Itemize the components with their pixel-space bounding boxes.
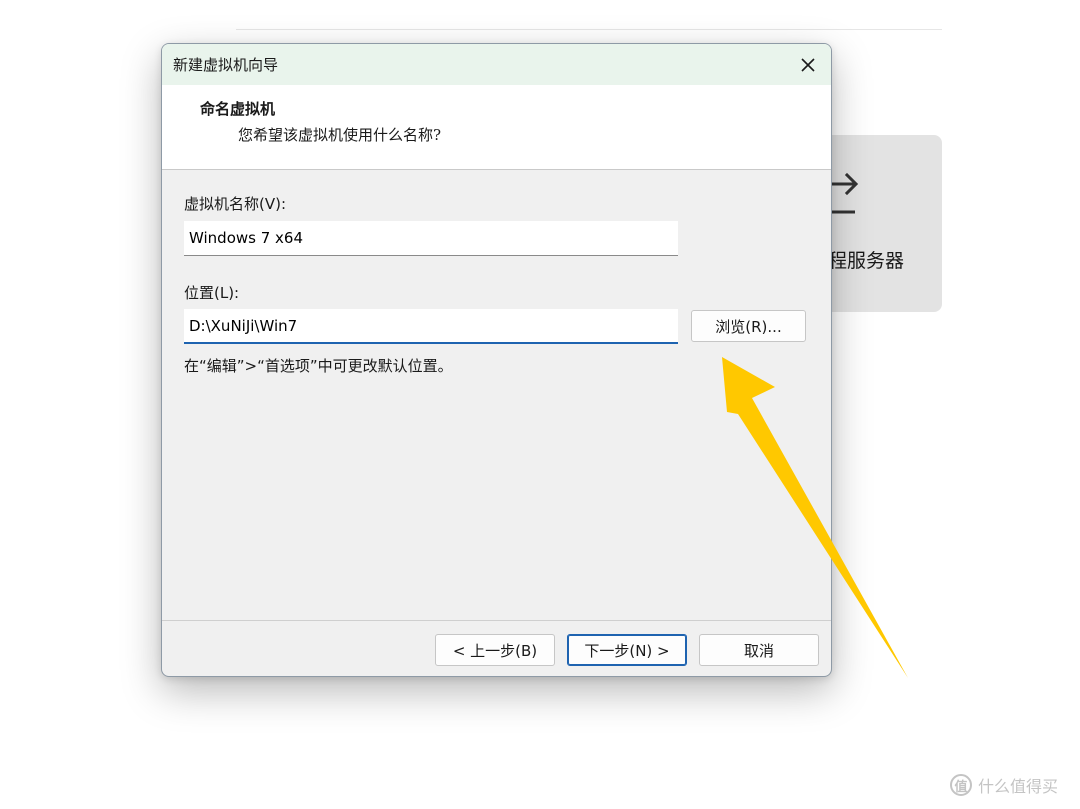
close-button[interactable] <box>785 44 831 85</box>
vm-name-label: 虚拟机名称(V): <box>184 195 287 213</box>
watermark-logo-icon: 值 <box>950 774 972 796</box>
location-label: 位置(L): <box>184 284 240 302</box>
browse-button[interactable]: 浏览(R)... <box>691 310 806 342</box>
back-button[interactable]: < 上一步(B) <box>435 634 555 666</box>
cancel-button[interactable]: 取消 <box>699 634 819 666</box>
new-vm-wizard-dialog: 新建虚拟机向导 命名虚拟机 您希望该虚拟机使用什么名称? 虚拟机名称(V): 位… <box>161 43 832 677</box>
wizard-header-panel: 命名虚拟机 您希望该虚拟机使用什么名称? <box>162 85 831 170</box>
default-location-hint: 在“编辑”>“首选项”中可更改默认位置。 <box>184 357 453 375</box>
dialog-titlebar[interactable]: 新建虚拟机向导 <box>162 44 831 85</box>
location-input[interactable] <box>184 309 678 344</box>
step-title: 命名虚拟机 <box>200 100 276 118</box>
background-divider <box>236 29 942 30</box>
watermark-text: 什么值得买 <box>978 777 1059 796</box>
footer-divider <box>162 620 831 621</box>
close-icon <box>801 57 815 72</box>
dialog-title: 新建虚拟机向导 <box>173 56 279 74</box>
next-button[interactable]: 下一步(N) > <box>567 634 687 666</box>
vm-name-input[interactable] <box>184 221 678 256</box>
step-subtitle: 您希望该虚拟机使用什么名称? <box>238 126 442 144</box>
background-card-label: 程服务器 <box>828 250 905 272</box>
watermark: 值 什么值得买 <box>950 773 1058 797</box>
